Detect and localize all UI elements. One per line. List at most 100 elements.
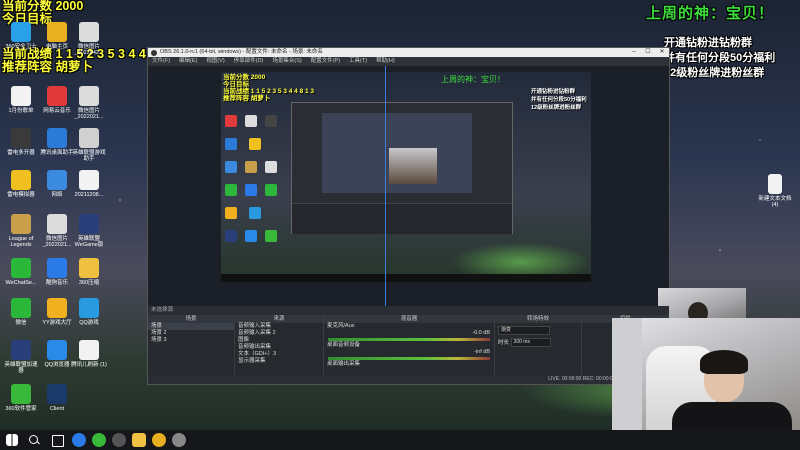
folder-icon[interactable] bbox=[132, 433, 146, 447]
transitions-dock[interactable]: 转场特效 渐变 时长 300 ms bbox=[495, 315, 582, 384]
edge-icon[interactable] bbox=[72, 433, 86, 447]
obs-window[interactable]: OBS 26.1.0-rc1 (64-bit, windows) - 配置文件:… bbox=[147, 47, 746, 385]
desktop-icon[interactable]: 微信图片_2022042... bbox=[70, 22, 108, 56]
menu-file[interactable]: 文件(F) bbox=[152, 57, 170, 66]
desktop-icon-label: 雷电多开器 bbox=[7, 150, 35, 156]
menu-tools[interactable]: 工具(T) bbox=[349, 57, 367, 66]
desktop-icon-label: Client bbox=[49, 406, 65, 412]
desktop-icon[interactable]: 360安全卫士 bbox=[2, 22, 40, 50]
duration-label: 时长 bbox=[498, 339, 510, 346]
source-item[interactable]: 显示器采集 bbox=[235, 358, 323, 365]
mixer-channel-name: 桌面输出采集 bbox=[327, 361, 361, 367]
minimize-button[interactable]: – bbox=[627, 48, 641, 57]
volume-meter[interactable] bbox=[328, 338, 490, 341]
webcam-overlay bbox=[612, 318, 800, 440]
desktop-icon[interactable]: League of Legends bbox=[2, 214, 40, 248]
desktop-icon-label: QQ游戏 bbox=[79, 320, 99, 326]
volume-meter[interactable] bbox=[328, 357, 490, 360]
menu-view[interactable]: 视图(V) bbox=[206, 57, 224, 66]
promo-line-2: 并有任何分段50分福利 bbox=[531, 97, 587, 103]
person-hair bbox=[700, 350, 748, 374]
desktop-icon-new-text[interactable]: 新建文本文档 (4) bbox=[756, 174, 794, 208]
browser-icon bbox=[47, 340, 67, 360]
desktop-icon-label: League of Legends bbox=[8, 236, 34, 248]
source-item[interactable]: 音频输入采集 bbox=[235, 323, 323, 330]
menu-scene-collection[interactable]: 场景集合(S) bbox=[272, 57, 301, 66]
desktop-icon[interactable]: 360压缩 bbox=[70, 258, 108, 286]
desktop-icon[interactable]: Client bbox=[38, 384, 76, 412]
transition-select[interactable]: 渐变 bbox=[498, 326, 550, 335]
obs-preview[interactable]: 当前分数 2000 今日目标 当前战绩 1 1 5 2 3 5 3 4 4 8 … bbox=[148, 66, 746, 352]
desktop-icon[interactable]: 微信图片_2022021... bbox=[70, 86, 108, 120]
nested-webcam bbox=[389, 148, 437, 184]
menu-docks[interactable]: 停靠部件(D) bbox=[234, 57, 264, 66]
obs-icon[interactable] bbox=[112, 433, 126, 447]
preview-capture: 当前分数 2000 今日目标 当前战绩 1 1 5 2 3 5 3 4 4 8 … bbox=[221, 72, 591, 282]
scenes-dock[interactable]: 场景 场景 场景 2 场景 3 bbox=[148, 315, 235, 384]
maximize-button[interactable]: ☐ bbox=[641, 48, 655, 57]
chrome-icon[interactable] bbox=[152, 433, 166, 447]
mixer-title: 混音器 bbox=[324, 315, 494, 323]
menu-help[interactable]: 帮助(H) bbox=[376, 57, 395, 66]
360-icon[interactable] bbox=[92, 433, 106, 447]
desktop-icon-label: 微信图片_2022042... bbox=[74, 44, 104, 56]
search-icon[interactable] bbox=[28, 434, 40, 446]
menu-edit[interactable]: 编辑(E) bbox=[179, 57, 197, 66]
desktop-icon[interactable]: 腾讯儿刷新 (1) bbox=[70, 340, 108, 368]
desktop-icon[interactable]: 雷电模拟器 bbox=[2, 170, 40, 198]
image-icon bbox=[79, 86, 99, 106]
desktop-icon-label: 360压缩 bbox=[78, 280, 100, 286]
obs-menubar: 文件(F) 编辑(E) 视图(V) 停靠部件(D) 场景集合(S) 配置文件(P… bbox=[148, 57, 669, 66]
mixer-dock[interactable]: 混音器 麦克风/Aux -0.0 dB 桌面音频设备 -inf dB 桌面输出采… bbox=[324, 315, 495, 384]
no-source-label: 未选择源 bbox=[151, 307, 174, 313]
source-item[interactable]: 图像 bbox=[235, 337, 323, 344]
desktop-icon[interactable]: 20211208... bbox=[70, 170, 108, 198]
shield-icon bbox=[11, 22, 31, 42]
task-view-icon[interactable] bbox=[52, 435, 64, 447]
god-label: 上周的神：宝贝！ bbox=[646, 4, 775, 22]
obs-titlebar[interactable]: OBS 26.1.0-rc1 (64-bit, windows) - 配置文件:… bbox=[148, 48, 669, 57]
nested-taskbar bbox=[221, 274, 591, 282]
close-button[interactable]: ✕ bbox=[655, 48, 669, 57]
network-icon bbox=[47, 170, 67, 190]
source-item[interactable]: 音频输入采集 2 bbox=[235, 330, 323, 337]
scene-item[interactable]: 场景 2 bbox=[148, 330, 234, 337]
menu-profile[interactable]: 配置文件(P) bbox=[311, 57, 340, 66]
desktop-icon-label: 英雄联盟 WeGame版 bbox=[74, 236, 104, 248]
desktop-icon-label: 新建文本文档 (4) bbox=[758, 196, 792, 208]
lol-icon bbox=[79, 214, 99, 234]
desktop-icon[interactable]: QQ游戏 bbox=[70, 298, 108, 326]
windows-icon[interactable] bbox=[6, 434, 18, 446]
desktop-icon[interactable]: 英雄联盟 WeGame版 bbox=[70, 214, 108, 248]
desktop-icon[interactable]: 1月份歌单 bbox=[2, 86, 40, 114]
desktop-icon[interactable]: WeChatSe... bbox=[2, 258, 40, 286]
sources-dock[interactable]: 来源 音频输入采集 音频输入采集 2 图像 音频输出采集 文本（GDI+）3 显… bbox=[235, 315, 324, 384]
desktop-icon-label: WeChatSe... bbox=[5, 280, 37, 286]
emulator-icon bbox=[11, 128, 31, 148]
sources-title: 来源 bbox=[235, 315, 323, 323]
record-line: 当前战绩 1 1 5 2 3 5 3 4 4 8 1 3 bbox=[223, 88, 315, 95]
music-icon bbox=[47, 258, 67, 278]
promo-line-3: 12级粉丝牌进粉丝群 bbox=[664, 67, 765, 79]
preview-overlay-left: 当前分数 2000 今日目标 当前战绩 1 1 5 2 3 5 3 4 4 8 … bbox=[223, 74, 314, 102]
assistant-icon bbox=[47, 128, 67, 148]
preview-guide-line bbox=[385, 66, 386, 306]
duration-input[interactable]: 300 ms bbox=[510, 338, 551, 347]
taskbar bbox=[0, 430, 800, 450]
desktop-icon[interactable]: 英雄联盟游戏助手 bbox=[70, 128, 108, 162]
desktop-icon[interactable]: 微信 bbox=[2, 298, 40, 326]
music-icon bbox=[47, 86, 67, 106]
mixer-channel-db: -inf dB bbox=[474, 349, 490, 355]
desktop-icon[interactable]: 360软件管家 bbox=[2, 384, 40, 412]
source-item[interactable]: 文本（GDI+）3 bbox=[235, 351, 323, 358]
desktop-icon[interactable]: 雷电多开器 bbox=[2, 128, 40, 156]
lol-icon bbox=[11, 214, 31, 234]
source-item[interactable]: 音频输出采集 bbox=[235, 344, 323, 351]
client-icon bbox=[47, 384, 67, 404]
emulator-icon bbox=[11, 170, 31, 190]
gear-icon[interactable] bbox=[172, 433, 186, 447]
desktop-icon[interactable]: 英雄联盟加速器 bbox=[2, 340, 40, 374]
desktop-icon-label: 360安全卫士 bbox=[5, 44, 37, 50]
scene-item[interactable]: 场景 3 bbox=[148, 337, 234, 344]
scene-item[interactable]: 场景 bbox=[148, 323, 234, 330]
